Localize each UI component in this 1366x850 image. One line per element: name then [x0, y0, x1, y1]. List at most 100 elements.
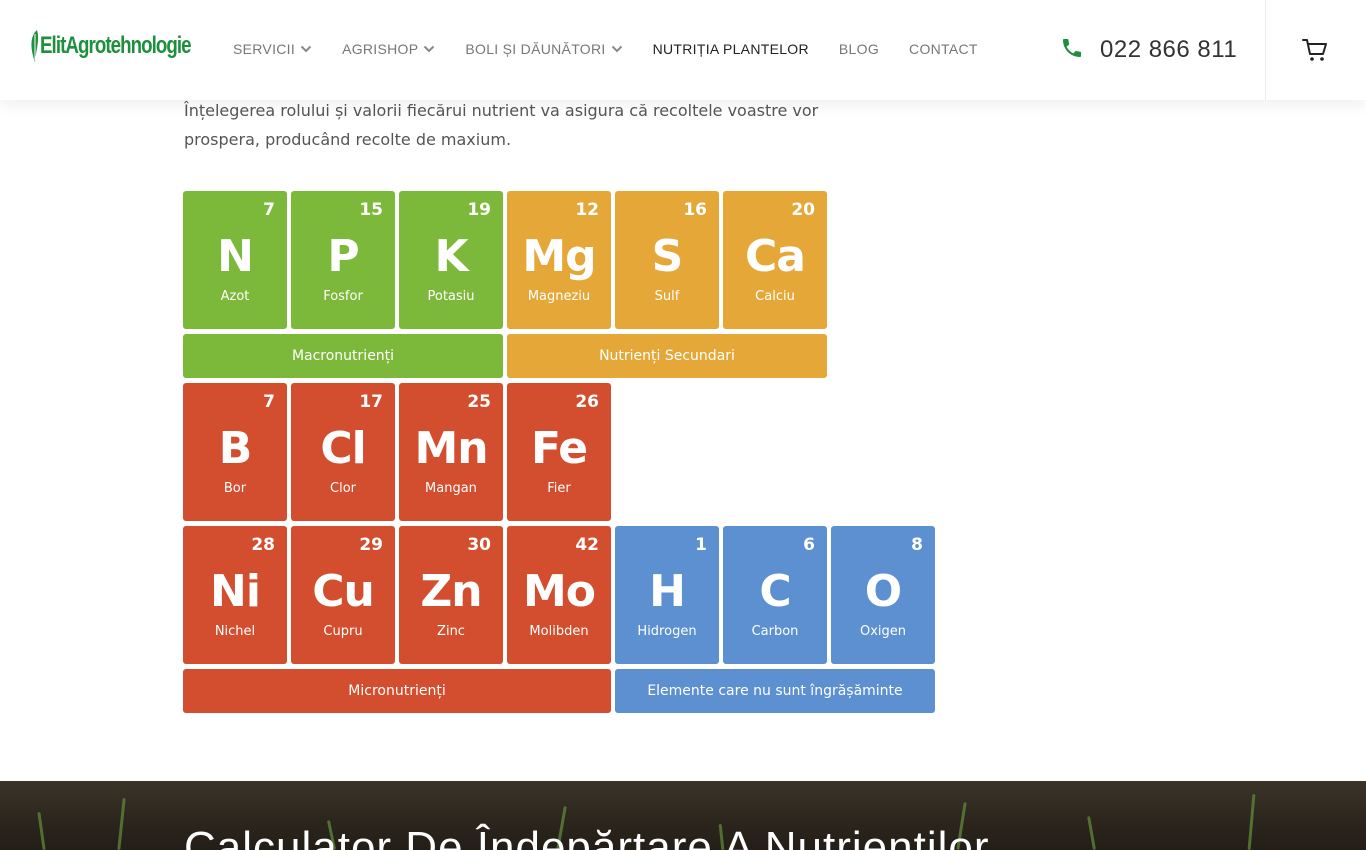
sprout-decoration [1247, 793, 1256, 850]
element-tile-c: 6 C Carbon [723, 526, 827, 664]
element-tile-zn: 30 Zn Zinc [399, 526, 503, 664]
element-name: Carbon [751, 624, 799, 639]
intro-paragraph: Înțelegerea rolului și valorii fiecărui … [184, 101, 819, 149]
atomic-number: 1 [695, 535, 707, 555]
nav-item-servicii[interactable]: SERVICII [233, 41, 312, 57]
element-name: Hidrogen [637, 624, 697, 639]
atomic-number: 7 [263, 392, 275, 412]
site-logo[interactable]: ElitAgrotehnologie [30, 26, 233, 66]
element-tile-mn: 25 Mn Mangan [399, 383, 503, 521]
nav-label: SERVICII [233, 41, 296, 57]
band-non-fertilizer-elements: Elemente care nu sunt îngrășăminte [615, 669, 935, 713]
atomic-number: 26 [575, 392, 599, 412]
element-name: Mangan [425, 481, 477, 496]
atomic-number: 30 [467, 535, 491, 555]
phone-icon [1060, 36, 1084, 64]
element-tile-ca: 20 Ca Calciu [723, 191, 827, 329]
atomic-number: 15 [359, 200, 383, 220]
element-tile-n: 7 N Azot [183, 191, 287, 329]
phone-link[interactable]: 022 866 811 [1060, 36, 1237, 64]
chevron-down-icon [300, 45, 312, 53]
element-symbol: Ca [745, 231, 806, 282]
element-symbol: B [218, 423, 253, 474]
element-tile-mg: 12 Mg Magneziu [507, 191, 611, 329]
element-symbol: Cu [312, 566, 375, 617]
element-tile-o: 8 O Oxigen [831, 526, 935, 664]
element-name: Azot [220, 289, 250, 304]
nav-item-blog[interactable]: BLOG [839, 41, 879, 57]
element-symbol: Zn [420, 566, 482, 617]
element-name: Magneziu [527, 289, 591, 304]
element-name: Nichel [214, 624, 256, 639]
element-symbol: H [649, 566, 686, 617]
element-name: Fosfor [323, 289, 363, 304]
element-tile-mo: 42 Mo Molibden [507, 526, 611, 664]
element-tile-p: 15 P Fosfor [291, 191, 395, 329]
nav-label: NUTRIȚIA PLANTELOR [652, 41, 809, 57]
element-symbol: C [759, 566, 791, 617]
atomic-number: 42 [575, 535, 599, 555]
element-tile-ni: 28 Ni Nichel [183, 526, 287, 664]
atomic-number: 19 [467, 200, 491, 220]
element-name: Potasiu [427, 289, 475, 304]
calculator-banner: Calculator De Îndepărtare A Nutrienților [0, 781, 1366, 850]
band-macronutrients: Macronutrienți [183, 334, 503, 378]
element-symbol: Cl [320, 423, 366, 474]
sprout-decoration [1087, 815, 1096, 850]
banner-title: Calculator De Îndepărtare A Nutrienților [184, 823, 990, 850]
logo-text-prefix: Elit [40, 32, 66, 59]
band-micronutrients: Micronutrienți [183, 669, 611, 713]
element-tile-fe: 26 Fe Fier [507, 383, 611, 521]
sprout-decoration [37, 811, 46, 850]
nav-item-agrishop[interactable]: AGRISHOP [342, 41, 435, 57]
atomic-number: 7 [263, 200, 275, 220]
logo-text-main: Agrotehnologie [65, 32, 191, 59]
atomic-number: 25 [467, 392, 491, 412]
element-symbol: Mg [522, 231, 596, 282]
cart-icon [1302, 39, 1328, 66]
atomic-number: 8 [911, 535, 923, 555]
element-symbol: Ni [210, 566, 261, 617]
cart-button[interactable] [1302, 38, 1328, 66]
element-symbol: P [327, 231, 359, 282]
element-name: Sulf [654, 289, 680, 304]
element-tile-k: 19 K Potasiu [399, 191, 503, 329]
nav-item-contact[interactable]: CONTACT [909, 41, 978, 57]
sprout-decoration [117, 797, 126, 850]
chevron-down-icon [423, 45, 435, 53]
element-tile-h: 1 H Hidrogen [615, 526, 719, 664]
element-symbol: Mo [522, 566, 596, 617]
atomic-number: 12 [575, 200, 599, 220]
element-name: Bor [223, 481, 247, 496]
nav-label: BLOG [838, 41, 880, 57]
nav-item-boli-si-daunatori[interactable]: BOLI ȘI DĂUNĂTORI [465, 41, 622, 57]
atomic-number: 28 [251, 535, 275, 555]
element-name: Calciu [755, 289, 795, 304]
element-name: Cupru [323, 624, 363, 639]
phone-number: 022 866 811 [1100, 36, 1238, 63]
element-symbol: S [651, 231, 684, 282]
nav-label: BOLI ȘI DĂUNĂTORI [465, 41, 606, 57]
site-header: ElitAgrotehnologie SERVICII AGRISHOP BOL… [0, 0, 1366, 100]
element-name: Fier [547, 481, 571, 496]
element-symbol: N [217, 231, 254, 282]
element-name: Oxigen [859, 624, 907, 639]
element-tile-cl: 17 Cl Clor [291, 383, 395, 521]
element-tile-cu: 29 Cu Cupru [291, 526, 395, 664]
atomic-number: 17 [359, 392, 383, 412]
element-tile-b: 7 B Bor [183, 383, 287, 521]
element-name: Clor [330, 481, 356, 496]
atomic-number: 16 [683, 200, 707, 220]
atomic-number: 20 [791, 200, 815, 220]
element-symbol: O [864, 566, 902, 617]
nav-label: AGRISHOP [342, 41, 419, 57]
band-secondary-nutrients: Nutrienți Secundari [507, 334, 827, 378]
header-divider [1265, 0, 1266, 100]
main-nav: SERVICII AGRISHOP BOLI ȘI DĂUNĂTORI NUTR… [233, 41, 1008, 57]
element-symbol: Mn [414, 423, 488, 474]
atomic-number: 29 [359, 535, 383, 555]
element-symbol: Fe [530, 423, 588, 474]
nav-item-nutritia-plantelor[interactable]: NUTRIȚIA PLANTELOR [653, 41, 809, 57]
element-tile-s: 16 S Sulf [615, 191, 719, 329]
element-name: Zinc [437, 624, 465, 639]
